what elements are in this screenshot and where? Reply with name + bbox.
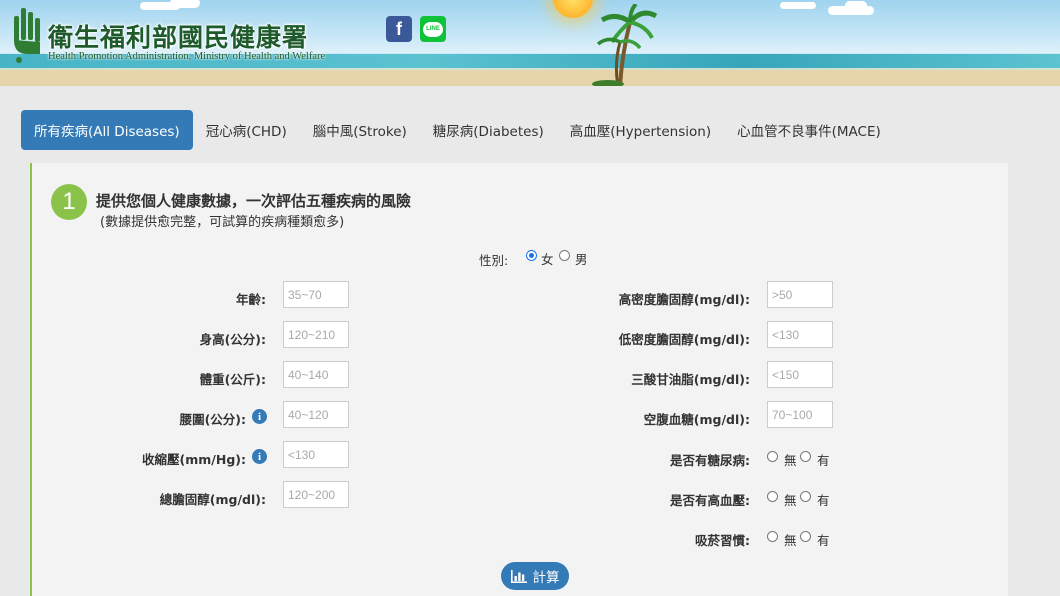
systolic-info-icon[interactable]: i: [252, 449, 267, 464]
weight-input[interactable]: [283, 361, 349, 388]
tab-chd[interactable]: 冠心病(CHD): [193, 110, 300, 150]
ldl-input[interactable]: [767, 321, 833, 348]
tab-diabetes[interactable]: 糖尿病(Diabetes): [420, 110, 557, 150]
facebook-icon: f: [396, 18, 402, 39]
gender-label: 性別:: [479, 253, 509, 268]
smoking-radio-yes[interactable]: [800, 531, 811, 542]
diabetes-option-no: 無: [784, 453, 797, 468]
cloud-decoration: [780, 2, 816, 9]
smoking-option-no: 無: [784, 533, 797, 548]
tab-mace[interactable]: 心血管不良事件(MACE): [724, 110, 894, 150]
sun-icon: [553, 0, 593, 18]
total-cholesterol-label: 總膽固醇(mg/dl):: [159, 492, 266, 507]
systolic-label: 收縮壓(mm/Hg):: [142, 452, 246, 467]
calculate-button-label: 計算: [532, 570, 560, 586]
waist-input[interactable]: [283, 401, 349, 428]
diabetes-question-label: 是否有糖尿病:: [670, 453, 750, 468]
smoking-radio-no[interactable]: [767, 531, 778, 542]
site-banner: 衛生福利部國民健康署 Health Promotion Administrati…: [0, 0, 1060, 86]
ldl-label: 低密度膽固醇(mg/dl):: [618, 332, 750, 347]
hypertension-option-yes: 有: [817, 493, 830, 508]
waist-label: 腰圍(公分):: [179, 412, 246, 427]
hdl-input[interactable]: [767, 281, 833, 308]
gender-option-male: 男: [575, 252, 588, 267]
org-subtitle: Health Promotion Administration, Ministr…: [48, 51, 326, 62]
cloud-decoration: [845, 1, 867, 10]
height-label: 身高(公分):: [199, 332, 266, 347]
palm-tree-icon: [592, 4, 658, 86]
org-title: 衛生福利部國民健康署: [48, 23, 309, 52]
gender-option-female: 女: [541, 252, 554, 267]
total-cholesterol-input[interactable]: [283, 481, 349, 508]
triglyceride-input[interactable]: [767, 361, 833, 388]
cloud-decoration: [170, 0, 200, 8]
tab-hypertension[interactable]: 高血壓(Hypertension): [557, 110, 724, 150]
line-icon-text: LINE: [426, 26, 440, 32]
step-number-badge: 1: [51, 184, 87, 220]
height-input[interactable]: [283, 321, 349, 348]
smoking-question-label: 吸菸習慣:: [695, 533, 750, 548]
weight-label: 體重(公斤):: [199, 372, 266, 387]
tab-stroke[interactable]: 腦中風(Stroke): [300, 110, 420, 150]
calculate-button[interactable]: 計算: [501, 562, 569, 590]
waist-info-icon[interactable]: i: [252, 409, 267, 424]
risk-form-panel: 1 提供您個人健康數據，一次評估五種疾病的風險 (數據提供愈完整，可試算的疾病種…: [30, 163, 1008, 596]
bar-chart-icon: [510, 569, 527, 583]
line-share-button[interactable]: LINE: [420, 16, 446, 42]
hdl-label: 高密度膽固醇(mg/dl):: [618, 292, 750, 307]
diabetes-option-yes: 有: [817, 453, 830, 468]
section-title: 提供您個人健康數據，一次評估五種疾病的風險: [96, 192, 412, 210]
hypertension-radio-no[interactable]: [767, 491, 778, 502]
disease-tabs: 所有疾病(All Diseases) 冠心病(CHD) 腦中風(Stroke) …: [21, 110, 894, 150]
diabetes-radio-yes[interactable]: [800, 451, 811, 462]
hypertension-option-no: 無: [784, 493, 797, 508]
hypertension-question-label: 是否有高血壓:: [670, 493, 750, 508]
tab-all-diseases[interactable]: 所有疾病(All Diseases): [21, 110, 193, 150]
hypertension-radio-yes[interactable]: [800, 491, 811, 502]
gender-radio-male[interactable]: [559, 250, 570, 261]
age-label: 年齡:: [236, 292, 266, 307]
fasting-glucose-label: 空腹血糖(mg/dl):: [643, 412, 750, 427]
section-note: (數據提供愈完整，可試算的疾病種類愈多): [100, 215, 345, 230]
fasting-glucose-input[interactable]: [767, 401, 833, 428]
gender-radio-female[interactable]: [526, 250, 537, 261]
diabetes-radio-no[interactable]: [767, 451, 778, 462]
smoking-option-yes: 有: [817, 533, 830, 548]
line-icon: LINE: [423, 21, 443, 37]
hpa-logo-icon: [14, 8, 40, 63]
facebook-share-button[interactable]: f: [386, 16, 412, 42]
age-input[interactable]: [283, 281, 349, 308]
banner-sand: [0, 70, 1060, 86]
triglyceride-label: 三酸甘油脂(mg/dl):: [631, 372, 750, 387]
systolic-input[interactable]: [283, 441, 349, 468]
